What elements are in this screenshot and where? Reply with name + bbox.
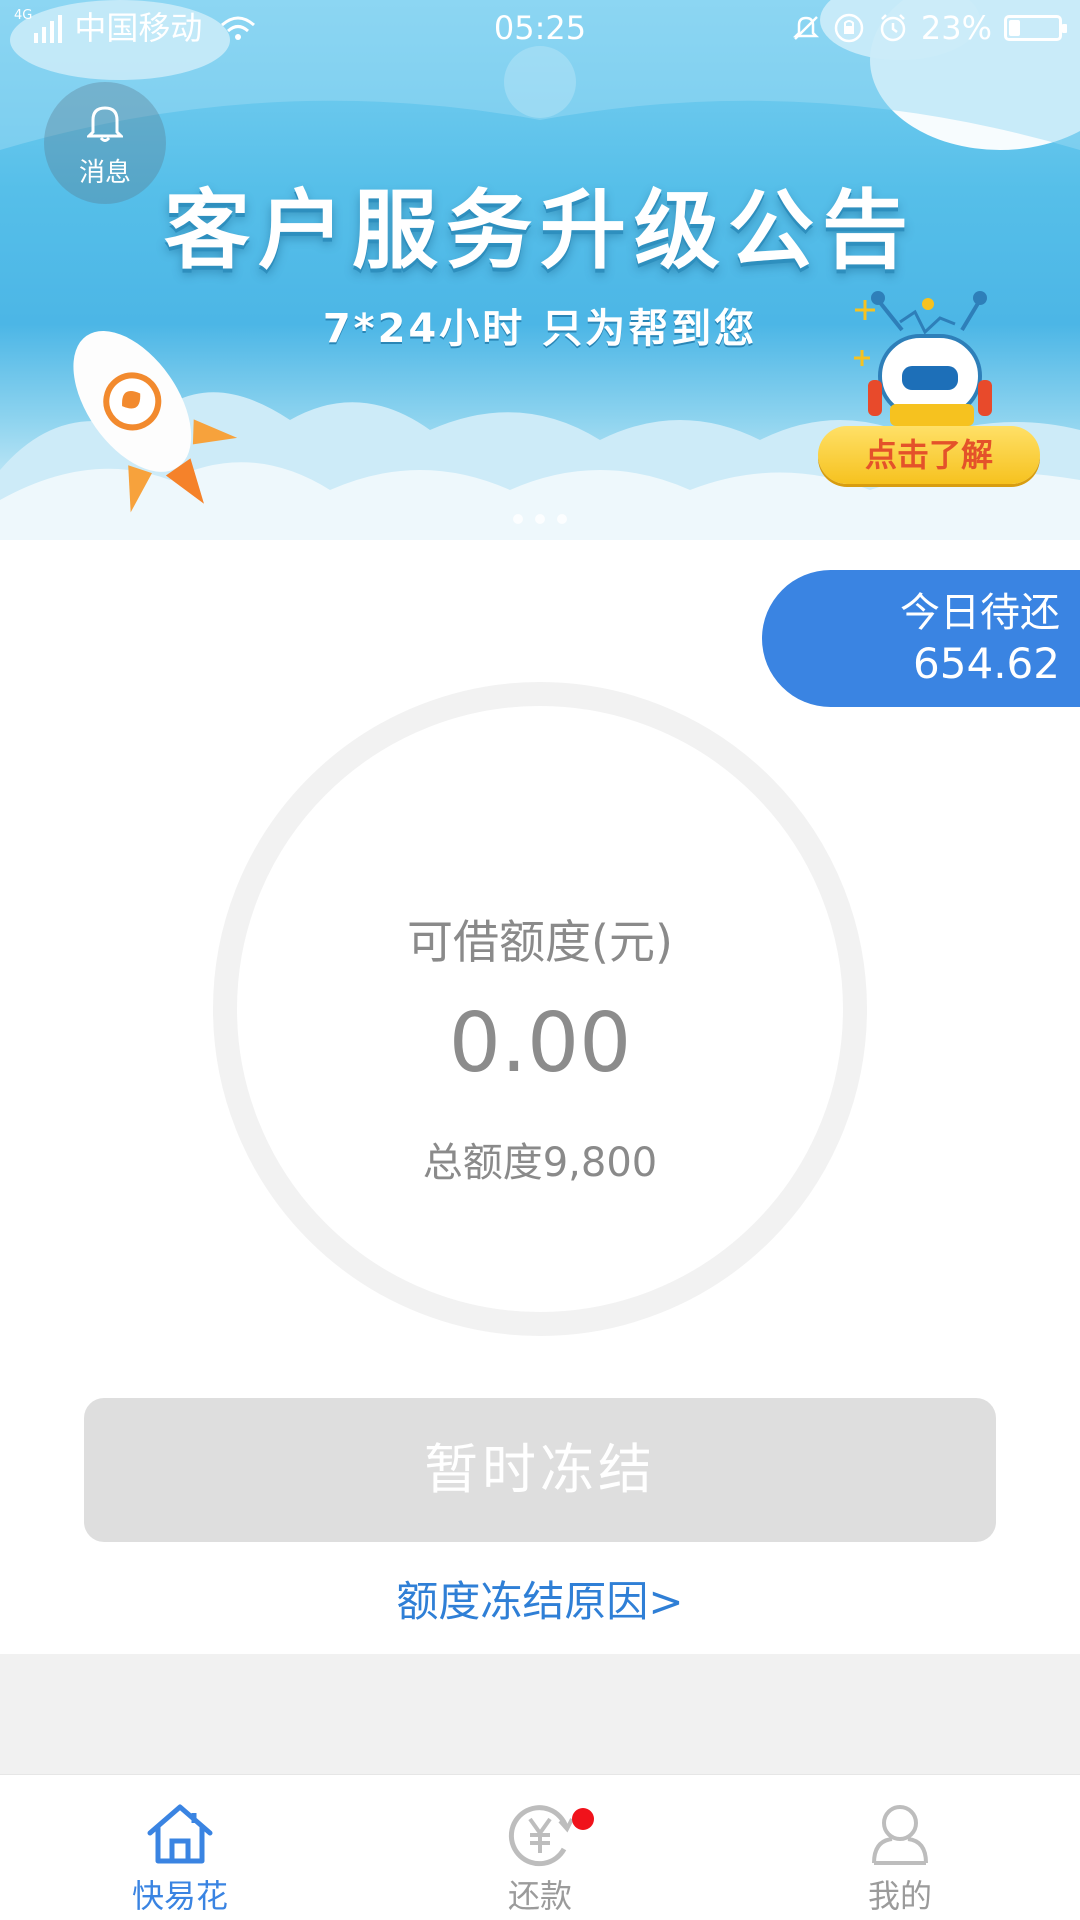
available-credit-value: 0.00 xyxy=(448,996,632,1091)
rotation-lock-icon xyxy=(834,13,864,43)
battery-level xyxy=(1009,20,1021,36)
alarm-icon xyxy=(880,14,906,42)
bottom-tab-bar: 快易花 还款 我的 xyxy=(0,1774,1080,1920)
carousel-dot xyxy=(535,514,545,524)
promo-banner[interactable]: 4G 中国移动 05:25 23% 消息 客户服务升级公告 7*24小时 只为帮… xyxy=(0,0,1080,540)
banner-subtitle: 7*24小时 只为帮到您 xyxy=(322,306,758,352)
credit-ring: 可借额度(元) 0.00 总额度9,800 xyxy=(213,682,867,1336)
carousel-dot xyxy=(557,514,567,524)
carousel-dot xyxy=(513,514,523,524)
mute-vibrate-icon xyxy=(792,16,819,40)
total-credit: 总额度9,800 xyxy=(422,1140,658,1186)
status-right: 23% xyxy=(791,0,1067,56)
section-spacer xyxy=(0,1654,1080,1774)
tab-profile-label: 我的 xyxy=(867,1877,932,1915)
home-icon xyxy=(147,1804,213,1864)
tab-profile[interactable]: 我的 xyxy=(720,1775,1080,1920)
tab-repay[interactable]: 还款 xyxy=(360,1775,720,1920)
battery-icon xyxy=(1004,15,1067,41)
status-bar: 4G 中国移动 05:25 23% xyxy=(0,0,1080,56)
tab-home-label: 快易花 xyxy=(131,1877,228,1915)
learn-more-button[interactable]: 点击了解 xyxy=(818,426,1040,484)
banner-title: 客户服务升级公告 xyxy=(164,181,916,281)
carousel-dots xyxy=(0,509,1080,528)
tab-repay-label: 还款 xyxy=(507,1877,572,1915)
bell-icon xyxy=(87,106,123,142)
user-icon xyxy=(872,1805,928,1865)
due-today-label: 今日待还 xyxy=(900,590,1060,636)
frozen-button[interactable]: 暂时冻结 xyxy=(84,1398,996,1542)
tab-home[interactable]: 快易花 xyxy=(0,1775,360,1920)
repay-yuan-icon xyxy=(508,1805,574,1867)
available-credit-label: 可借额度(元) xyxy=(407,915,673,969)
battery-percent: 23% xyxy=(920,9,992,47)
due-today-pill[interactable]: 今日待还 654.62 xyxy=(762,570,1080,707)
freeze-reason-link[interactable]: 额度冻结原因> xyxy=(0,1568,1080,1629)
repay-notification-badge xyxy=(572,1808,594,1830)
due-today-amount: 654.62 xyxy=(913,639,1060,688)
